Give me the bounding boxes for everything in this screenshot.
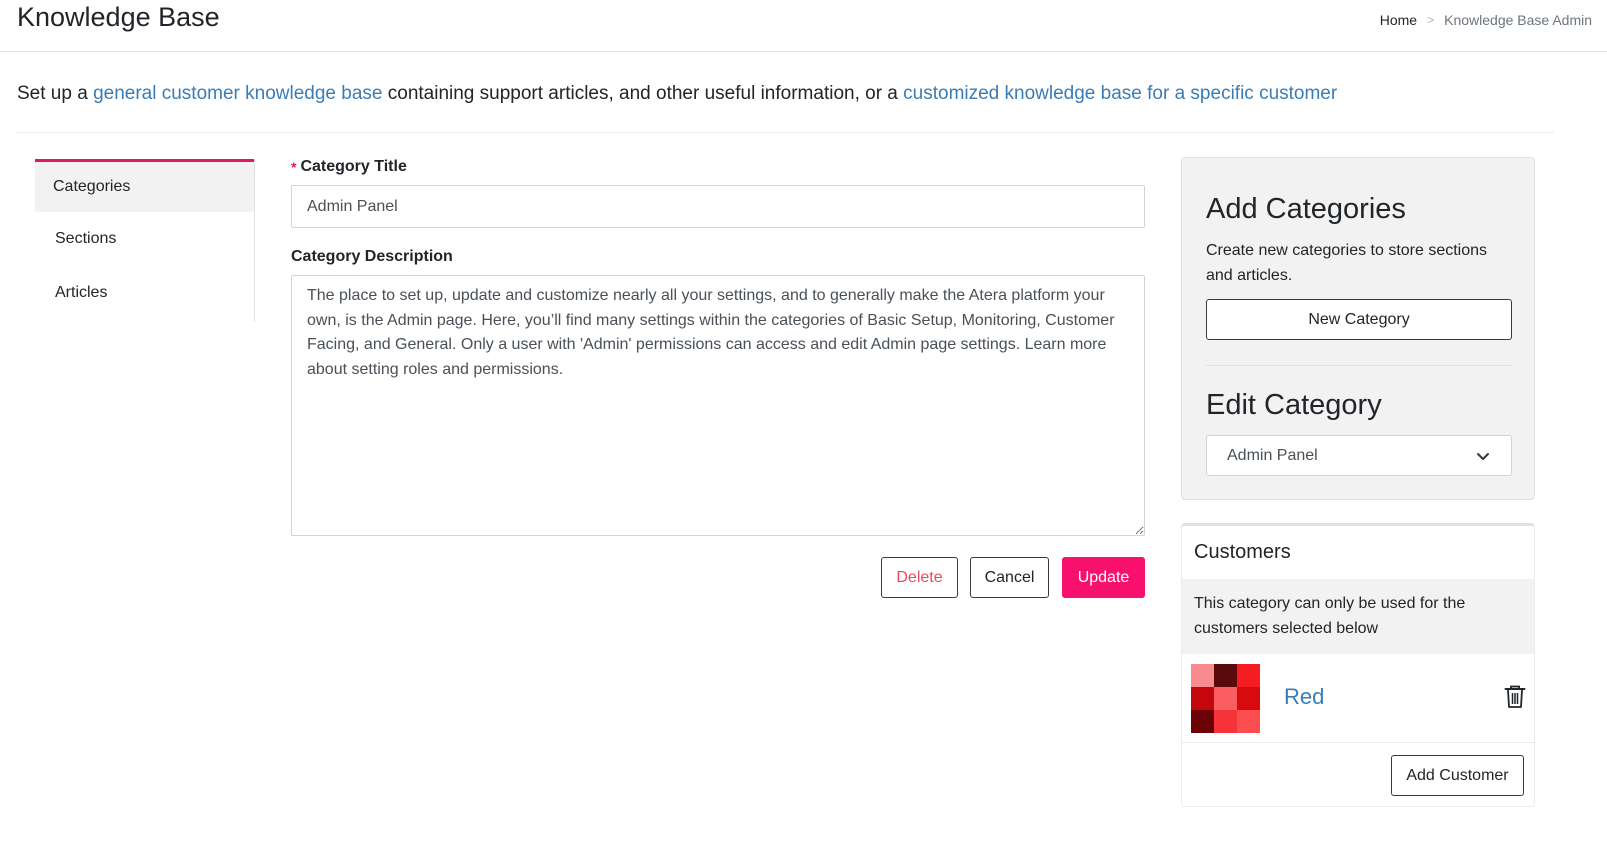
category-title-label-text: Category Title	[300, 158, 407, 175]
customers-card: Customers This category can only be used…	[1181, 523, 1535, 807]
category-title-input[interactable]	[291, 185, 1145, 228]
new-category-button[interactable]: New Category	[1206, 299, 1512, 340]
avatar-cell	[1237, 710, 1260, 733]
breadcrumb: Home > Knowledge Base Admin	[1380, 12, 1592, 28]
card-divider	[1206, 365, 1512, 366]
avatar-cell	[1191, 687, 1214, 710]
customer-avatar	[1191, 664, 1260, 733]
breadcrumb-home-link[interactable]: Home	[1380, 12, 1417, 28]
sidebar-nav: Categories Sections Articles	[35, 159, 255, 322]
category-title-label: * Category Title	[291, 158, 1145, 176]
categories-card: Add Categories Create new categories to …	[1181, 157, 1535, 500]
intro-text-part2: containing support articles, and other u…	[382, 83, 904, 104]
avatar-cell	[1214, 687, 1237, 710]
avatar-cell	[1237, 664, 1260, 687]
edit-category-heading: Edit Category	[1206, 389, 1382, 421]
intro-divider	[17, 132, 1554, 133]
breadcrumb-current: Knowledge Base Admin	[1444, 12, 1592, 28]
add-categories-heading: Add Categories	[1206, 193, 1406, 225]
delete-button[interactable]: Delete	[881, 557, 958, 598]
add-categories-text: Create new categories to store sections …	[1206, 242, 1488, 284]
sidebar-item-sections[interactable]: Sections	[35, 212, 254, 266]
required-asterisk-icon: *	[291, 159, 297, 175]
breadcrumb-separator: >	[1427, 13, 1435, 27]
customized-kb-link[interactable]: customized knowledge base for a specific…	[903, 83, 1337, 104]
top-bar: Knowledge Base Home > Knowledge Base Adm…	[0, 0, 1607, 52]
category-form: * Category Title Category Description Th…	[291, 158, 1145, 541]
customers-note: This category can only be used for the c…	[1182, 579, 1534, 654]
customer-name-link[interactable]: Red	[1284, 684, 1324, 710]
intro-text-part1: Set up a	[17, 83, 94, 104]
category-description-label: Category Description	[291, 248, 453, 265]
avatar-cell	[1214, 664, 1237, 687]
avatar-cell	[1237, 687, 1260, 710]
customer-row: Red	[1182, 654, 1534, 743]
category-description-textarea[interactable]: The place to set up, update and customiz…	[291, 275, 1145, 536]
avatar-cell	[1191, 664, 1214, 687]
sidebar-item-categories[interactable]: Categories	[35, 159, 254, 212]
page-title: Knowledge Base	[17, 2, 220, 32]
trash-icon[interactable]	[1504, 685, 1526, 709]
edit-category-select[interactable]: Admin Panel	[1206, 435, 1512, 476]
edit-category-selected-value: Admin Panel	[1227, 446, 1318, 464]
sidebar-item-articles[interactable]: Articles	[35, 266, 254, 320]
update-button[interactable]: Update	[1062, 557, 1145, 598]
cancel-button[interactable]: Cancel	[970, 557, 1049, 598]
avatar-cell	[1214, 710, 1237, 733]
add-customer-button[interactable]: Add Customer	[1391, 755, 1524, 796]
chevron-down-icon	[1477, 452, 1489, 460]
customers-title: Customers	[1194, 541, 1291, 563]
general-kb-link[interactable]: general customer knowledge base	[93, 83, 382, 104]
avatar-cell	[1191, 710, 1214, 733]
intro-text: Set up a general customer knowledge base…	[17, 83, 1337, 105]
